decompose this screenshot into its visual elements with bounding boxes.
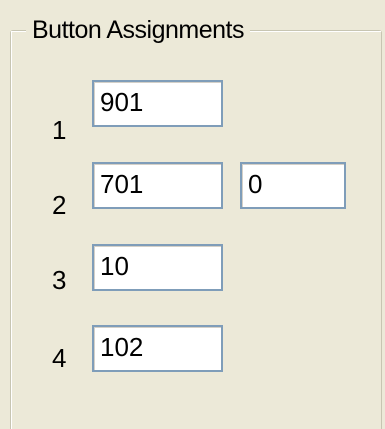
row-2-label: 2 [52, 190, 67, 220]
button-4-field[interactable]: 102 [92, 325, 223, 372]
row-3-label: 3 [52, 265, 67, 295]
row-4-label: 4 [52, 343, 67, 373]
button-3-field[interactable]: 10 [92, 244, 223, 291]
group-title: Button Assignments [26, 13, 250, 47]
button-1-field[interactable]: 901 [92, 80, 223, 127]
row-1-label: 1 [52, 115, 67, 145]
button-2-field[interactable]: 701 [92, 162, 223, 209]
button-2-extra-field[interactable]: 0 [240, 162, 346, 209]
